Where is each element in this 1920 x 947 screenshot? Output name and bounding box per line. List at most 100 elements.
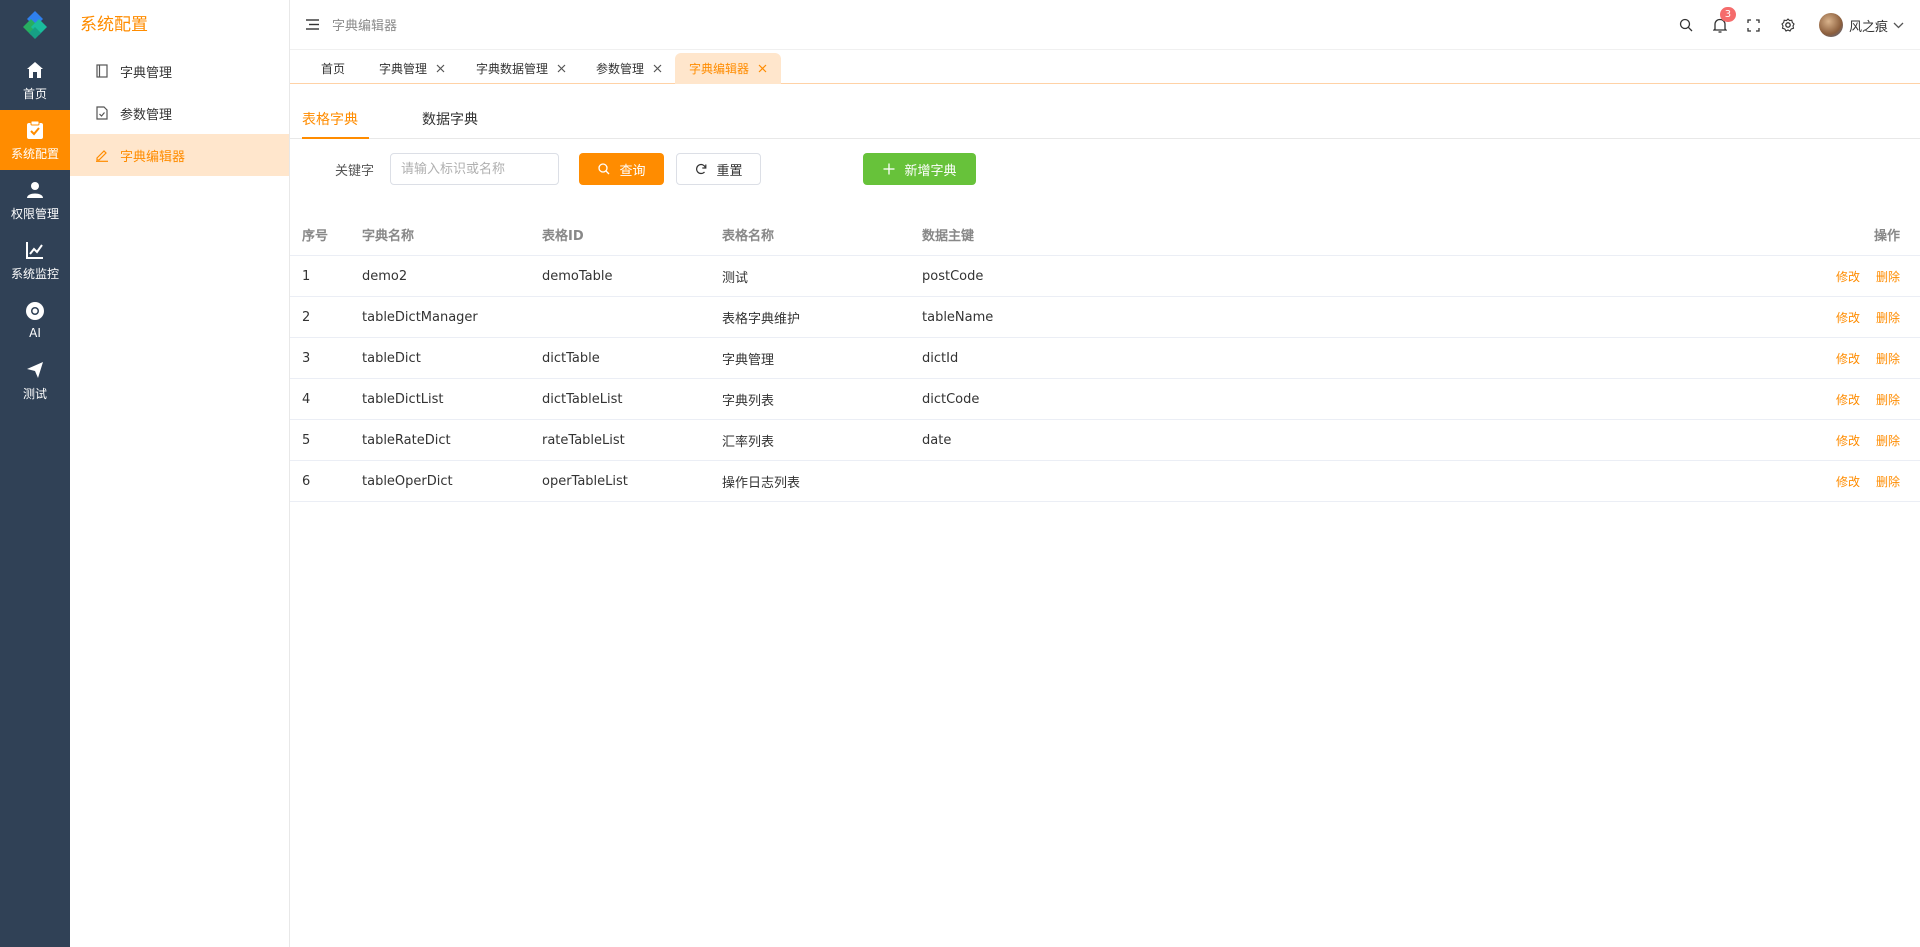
cell-name: tableRateDict: [362, 432, 451, 448]
add-dict-button-label: 新增字典: [904, 163, 957, 179]
delete-link[interactable]: 删除: [1876, 350, 1900, 367]
query-button[interactable]: 查询: [579, 153, 664, 185]
delete-link[interactable]: 删除: [1876, 432, 1900, 449]
cell-no: 4: [302, 391, 311, 407]
logo-icon: [23, 11, 47, 39]
header-cell-primary-key: 数据主键: [922, 229, 975, 244]
edit-link[interactable]: 修改: [1836, 473, 1860, 490]
tab-home[interactable]: 首页: [321, 53, 345, 84]
chevron-down-icon[interactable]: [1892, 19, 1904, 31]
chrome-icon: [24, 300, 46, 322]
rail-item-permission[interactable]: 权限管理: [0, 170, 70, 230]
tab-param-manage[interactable]: 参数管理: [596, 53, 662, 84]
delete-link[interactable]: 删除: [1876, 309, 1900, 326]
tab-dict-data-manage[interactable]: 字典数据管理: [476, 53, 566, 84]
edit-link[interactable]: 修改: [1836, 309, 1860, 326]
refresh-icon: [694, 162, 708, 176]
submenu-item-label: 字典编辑器: [120, 149, 186, 165]
delete-link[interactable]: 删除: [1876, 391, 1900, 408]
icon-rail: 首页 系统配置 权限管理 系统监控 AI 测试: [0, 0, 70, 947]
rail-item-label: 测试: [22, 386, 47, 401]
cell-primary-key: dictCode: [922, 391, 980, 407]
submenu-item-label: 字典管理: [120, 65, 173, 81]
rail-item-monitor[interactable]: 系统监控: [0, 230, 70, 290]
table-row: 2 tableDictManager 表格字典维护 tableName 修改 删…: [290, 297, 1920, 338]
cell-name: tableDictList: [362, 391, 444, 407]
cell-table-name: 表格字典维护: [722, 311, 801, 327]
page-tabs: 首页 字典管理 字典数据管理 参数管理 字典编辑器: [290, 50, 1920, 84]
rail-item-test[interactable]: 测试: [0, 350, 70, 410]
tab-label: 首页: [321, 62, 346, 76]
rail-item-ai[interactable]: AI: [0, 290, 70, 350]
add-dict-button[interactable]: 新增字典: [863, 153, 976, 185]
submenu-item-param-manage[interactable]: 参数管理: [70, 92, 289, 134]
rail-item-label: AI: [29, 326, 41, 340]
content-tabs: 表格字典 数据字典: [290, 103, 1920, 139]
app-logo[interactable]: [0, 0, 70, 50]
dict-table: 序号 字典名称 表格ID 表格名称 数据主键 操作 1 demo2 demoTa…: [290, 214, 1920, 502]
cell-no: 3: [302, 350, 311, 366]
paper-plane-icon: [24, 359, 46, 381]
close-icon[interactable]: [556, 64, 566, 74]
reset-button[interactable]: 重置: [676, 153, 761, 185]
tab-table-dict[interactable]: 表格字典: [302, 103, 369, 139]
cell-table-name: 字典管理: [722, 352, 775, 368]
settings-icon[interactable]: [1780, 17, 1796, 33]
cell-no: 1: [302, 268, 311, 284]
chart-line-icon: [24, 239, 46, 261]
tab-dict-editor[interactable]: 字典编辑器: [675, 53, 782, 84]
menu-toggle-icon[interactable]: [304, 17, 320, 33]
user-icon: [24, 179, 46, 201]
edit-link[interactable]: 修改: [1836, 432, 1860, 449]
header-cell-no: 序号: [302, 229, 329, 244]
delete-link[interactable]: 删除: [1876, 473, 1900, 490]
cell-table-name: 测试: [722, 270, 749, 286]
cell-no: 6: [302, 473, 311, 489]
close-icon[interactable]: [435, 64, 445, 74]
submenu-item-dict-editor[interactable]: 字典编辑器: [70, 134, 289, 176]
close-icon[interactable]: [757, 64, 767, 74]
submenu: 系统配置 字典管理 参数管理 字典编辑器: [70, 0, 290, 947]
book-icon: [94, 63, 110, 79]
document-check-icon: [94, 105, 110, 121]
edit-link[interactable]: 修改: [1836, 268, 1860, 285]
close-icon[interactable]: [652, 64, 662, 74]
edit-link[interactable]: 修改: [1836, 350, 1860, 367]
submenu-title: 系统配置: [80, 15, 148, 35]
username[interactable]: 风之痕: [1849, 16, 1888, 35]
cell-primary-key: date: [922, 432, 952, 448]
home-icon: [24, 59, 46, 81]
table-row: 3 tableDict dictTable 字典管理 dictId 修改 删除: [290, 338, 1920, 379]
reset-button-label: 重置: [716, 163, 743, 179]
cell-primary-key: tableName: [922, 309, 994, 325]
cell-name: demo2: [362, 268, 408, 284]
row-actions: 修改 删除: [1836, 379, 1900, 419]
notification-badge: 3: [1719, 7, 1736, 22]
search-icon: [597, 162, 611, 176]
submenu-item-dict-manage[interactable]: 字典管理: [70, 50, 289, 92]
tab-data-dict[interactable]: 数据字典: [422, 103, 478, 139]
rail-item-label: 系统监控: [10, 266, 59, 281]
tab-dict-manage[interactable]: 字典管理: [379, 53, 445, 84]
bell-icon[interactable]: 3: [1712, 7, 1736, 33]
header-cell-name: 字典名称: [362, 229, 415, 244]
edit-link[interactable]: 修改: [1836, 391, 1860, 408]
fullscreen-icon[interactable]: [1746, 17, 1762, 33]
cell-table-id: dictTable: [542, 350, 600, 366]
cell-table-id: operTableList: [542, 473, 628, 489]
delete-link[interactable]: 删除: [1876, 268, 1900, 285]
avatar[interactable]: [1818, 13, 1843, 37]
row-actions: 修改 删除: [1836, 461, 1900, 501]
cell-primary-key: postCode: [922, 268, 984, 284]
row-actions: 修改 删除: [1836, 297, 1900, 337]
clipboard-check-icon: [24, 119, 46, 141]
tab-label: 参数管理: [596, 62, 645, 76]
tab-label: 字典数据管理: [476, 62, 549, 76]
rail-item-system-config[interactable]: 系统配置: [0, 110, 70, 170]
search-icon[interactable]: [1678, 17, 1694, 33]
row-actions: 修改 删除: [1836, 256, 1900, 296]
rail-item-home[interactable]: 首页: [0, 50, 70, 110]
keyword-input[interactable]: [390, 153, 559, 185]
header-cell-table-id: 表格ID: [542, 229, 584, 244]
cell-table-id: rateTableList: [542, 432, 625, 448]
